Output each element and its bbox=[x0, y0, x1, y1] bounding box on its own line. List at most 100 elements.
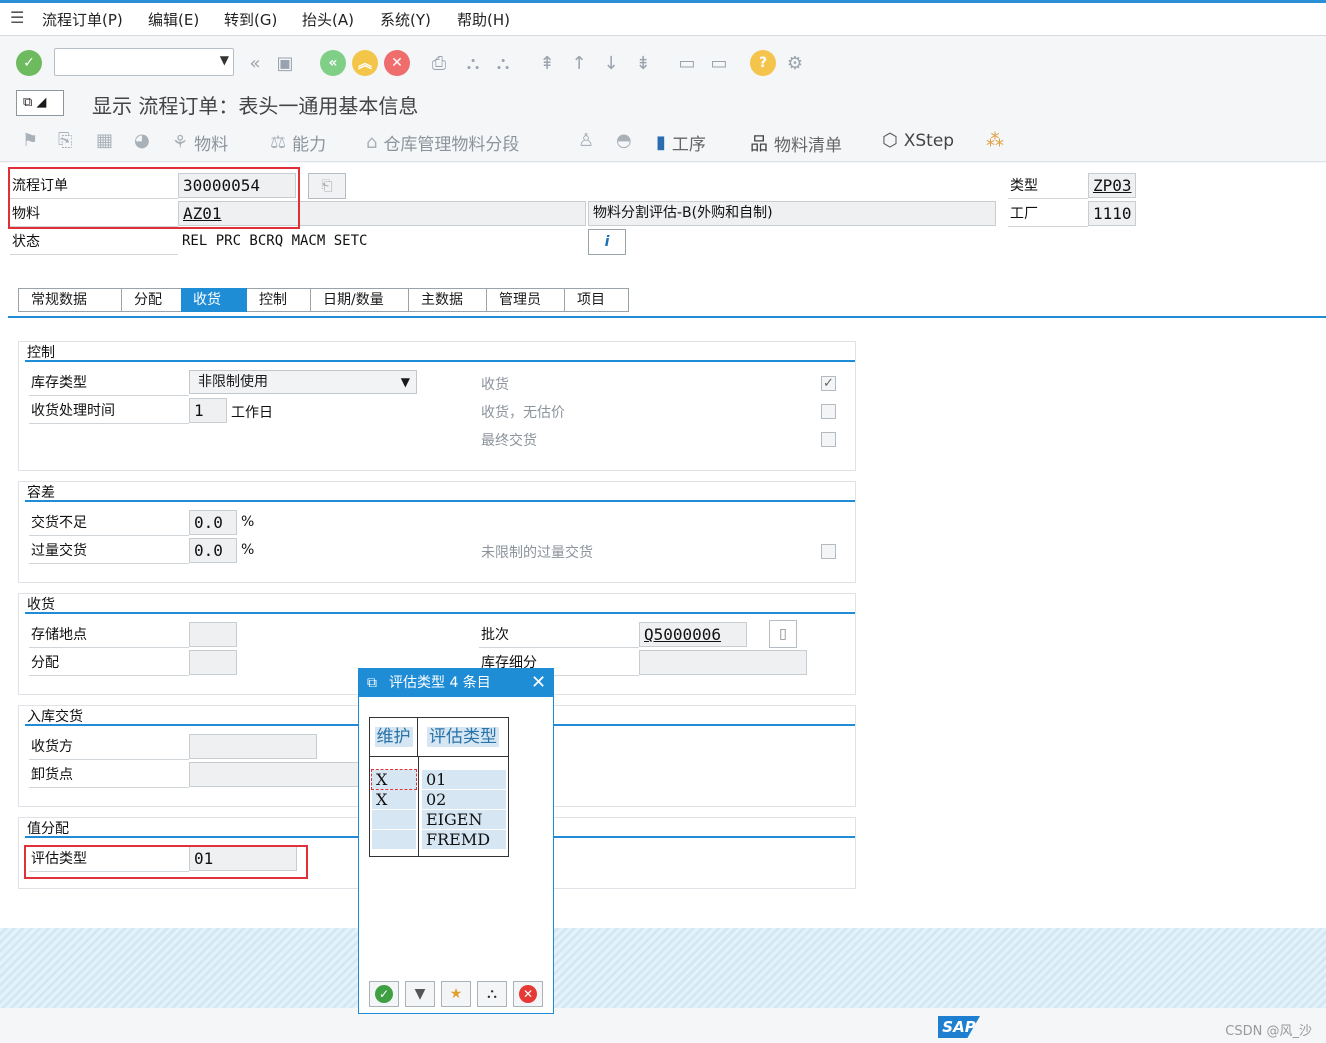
tab-items[interactable]: 项目 bbox=[565, 288, 629, 312]
next-page-icon[interactable]: ↓ bbox=[598, 50, 624, 76]
storage-location-field[interactable] bbox=[189, 622, 237, 647]
col-maintain-header[interactable]: 维护 bbox=[370, 718, 418, 756]
capacity-button[interactable]: ⚖ 能力 bbox=[270, 130, 326, 155]
plant-field[interactable]: 1110 bbox=[1088, 201, 1136, 226]
under-delivery-field[interactable]: 0.0 bbox=[189, 510, 237, 535]
over-delivery-field[interactable]: 0.0 bbox=[189, 538, 237, 563]
tab-assignment[interactable]: 分配 bbox=[122, 288, 182, 312]
filter-icon: ▼ bbox=[414, 986, 426, 1002]
pie-icon[interactable]: ◕ bbox=[134, 130, 150, 151]
work-area: 流程订单 30000054 ⎗ 物料 AZ01 物料分割评估-B(外购和自制) … bbox=[0, 163, 1326, 928]
table-row-valtype[interactable]: 02 bbox=[422, 790, 506, 809]
hat-icon[interactable]: ◓ bbox=[616, 130, 632, 151]
unlimited-checkbox[interactable] bbox=[821, 544, 836, 559]
tab-administrator[interactable]: 管理员 bbox=[487, 288, 565, 312]
tab-general-data[interactable]: 常规数据 bbox=[18, 288, 122, 312]
background-pattern bbox=[0, 928, 1326, 1008]
filter-button[interactable]: ▼ bbox=[405, 981, 435, 1007]
recipient-label: 收货方 bbox=[29, 734, 189, 760]
warehouse-button[interactable]: ⌂ 仓库管理物料分段 bbox=[366, 130, 519, 155]
group-delivery-title: 入库交货 bbox=[27, 709, 83, 725]
menu-goto[interactable]: 转到(G) bbox=[224, 9, 277, 30]
cancel-icon[interactable]: ✕ bbox=[384, 50, 410, 76]
document-icon[interactable]: ⎗ bbox=[308, 173, 346, 199]
first-page-icon[interactable]: ⇞ bbox=[534, 50, 560, 76]
storage-location-label: 存储地点 bbox=[29, 622, 189, 648]
table-row-valtype[interactable]: FREMD bbox=[422, 830, 506, 849]
table-row-valtype[interactable]: 01 bbox=[422, 770, 506, 789]
table-row-maintain[interactable]: X bbox=[371, 769, 417, 790]
stock-type-label: 库存类型 bbox=[29, 370, 189, 396]
table-row-maintain[interactable] bbox=[372, 810, 416, 829]
table-row-valtype[interactable]: EIGEN bbox=[422, 810, 506, 829]
page-title: 显示 流程订单：表头一通用基本信息 bbox=[92, 94, 419, 118]
gr-label: 收货 bbox=[481, 377, 509, 393]
operation-button[interactable]: ▮ 工序 bbox=[656, 130, 706, 155]
menu-help[interactable]: 帮助(H) bbox=[457, 9, 510, 30]
menu-system[interactable]: 系统(Y) bbox=[380, 9, 431, 30]
final-delivery-checkbox[interactable] bbox=[821, 432, 836, 447]
close-icon[interactable]: ✕ bbox=[531, 669, 546, 697]
find-next-icon[interactable]: ⛬ bbox=[490, 50, 516, 76]
menu-icon[interactable]: ☰ bbox=[10, 8, 24, 27]
shortcut-icon[interactable]: ▭ bbox=[706, 50, 732, 76]
enter-icon[interactable]: ✓ bbox=[16, 50, 42, 76]
screen-menu-button[interactable]: ⧉ ◢ bbox=[16, 90, 64, 116]
stock-segment-field[interactable] bbox=[639, 650, 807, 675]
tab-dates-quantities[interactable]: 日期/数量 bbox=[311, 288, 409, 312]
type-field[interactable]: ZP03 bbox=[1088, 173, 1136, 198]
favorite-button[interactable]: ★ bbox=[441, 981, 471, 1007]
group-tolerance: 容差 交货不足 0.0 % 过量交货 0.0 % 未限制的过量交货 bbox=[18, 481, 856, 583]
receipt-assign-field[interactable] bbox=[189, 650, 237, 675]
find-icon[interactable]: ⛬ bbox=[460, 50, 486, 76]
stock-type-select[interactable]: 非限制使用 ▼ bbox=[189, 370, 417, 394]
col-valtype-header[interactable]: 评估类型 bbox=[418, 718, 508, 756]
confirm-button[interactable]: ✓ bbox=[369, 981, 399, 1007]
over-delivery-label: 过量交货 bbox=[29, 538, 189, 564]
unloading-point-field[interactable] bbox=[189, 762, 359, 787]
back-double-icon[interactable]: « bbox=[242, 50, 268, 76]
menu-edit[interactable]: 编辑(E) bbox=[148, 9, 199, 30]
menu-bar: ☰ 流程订单(P) 编辑(E) 转到(G) 抬头(A) 系统(Y) 帮助(H) bbox=[0, 0, 1326, 36]
back-icon[interactable]: « bbox=[320, 50, 346, 76]
table-row-maintain[interactable] bbox=[372, 830, 416, 849]
table-row-maintain[interactable]: X bbox=[372, 790, 416, 809]
more-icon[interactable]: ⁂ bbox=[986, 130, 1004, 151]
gr-time-field[interactable]: 1 bbox=[189, 398, 227, 423]
flag-icon[interactable]: ⚑ bbox=[22, 130, 38, 151]
title-bar: ⧉ ◢ 显示 流程订单：表头一通用基本信息 bbox=[0, 90, 1326, 126]
command-field[interactable]: ▼ bbox=[54, 48, 234, 76]
last-page-icon[interactable]: ⇟ bbox=[630, 50, 656, 76]
xstep-button[interactable]: ⬡ XStep bbox=[882, 130, 954, 151]
help-icon[interactable]: ? bbox=[750, 50, 776, 76]
batch-field[interactable]: Q5000006 bbox=[639, 622, 747, 647]
batch-document-icon[interactable]: ▯ bbox=[769, 620, 797, 648]
cancel-button[interactable]: ✕ bbox=[513, 981, 543, 1007]
info-icon[interactable]: i bbox=[588, 229, 626, 255]
change-doc-icon[interactable]: ⎘ bbox=[58, 130, 72, 151]
material-button[interactable]: ⚘ 物料 bbox=[172, 130, 228, 155]
gear-icon[interactable]: ⚙ bbox=[782, 50, 808, 76]
hierarchy-icon[interactable]: ♙ bbox=[578, 130, 594, 151]
gr-nonval-checkbox[interactable] bbox=[821, 404, 836, 419]
print-icon[interactable]: ⎙ bbox=[426, 50, 452, 76]
previous-page-icon[interactable]: ↑ bbox=[566, 50, 592, 76]
popup-header: ⧉ 评估类型 4 条目 ✕ bbox=[359, 669, 553, 697]
valuation-type-popup: ⧉ 评估类型 4 条目 ✕ 维护 评估类型 X 01 X 02 EIGEN FR… bbox=[358, 668, 554, 1014]
group-control-title: 控制 bbox=[27, 345, 55, 361]
exit-icon[interactable]: ︽ bbox=[352, 50, 378, 76]
gr-checkbox[interactable]: ✓ bbox=[821, 376, 836, 391]
group-control: 控制 库存类型 非限制使用 ▼ 收货处理时间 1 工作日 收货 ✓ 收货，无估价 … bbox=[18, 341, 856, 471]
tab-goods-receipt[interactable]: 收货 bbox=[181, 288, 247, 312]
recipient-field[interactable] bbox=[189, 734, 317, 759]
find-button[interactable]: ⛬ bbox=[477, 981, 507, 1007]
menu-process-order[interactable]: 流程订单(P) bbox=[42, 9, 123, 30]
new-session-icon[interactable]: ▭ bbox=[674, 50, 700, 76]
receipt-assign-label: 分配 bbox=[29, 650, 189, 676]
bom-button[interactable]: 品物料清单 bbox=[750, 130, 842, 156]
tab-master-data[interactable]: 主数据 bbox=[409, 288, 487, 312]
calculator-icon[interactable]: ▦ bbox=[96, 130, 113, 151]
menu-header[interactable]: 抬头(A) bbox=[302, 9, 354, 30]
tab-control[interactable]: 控制 bbox=[247, 288, 311, 312]
save-icon[interactable]: ▣ bbox=[272, 50, 298, 76]
